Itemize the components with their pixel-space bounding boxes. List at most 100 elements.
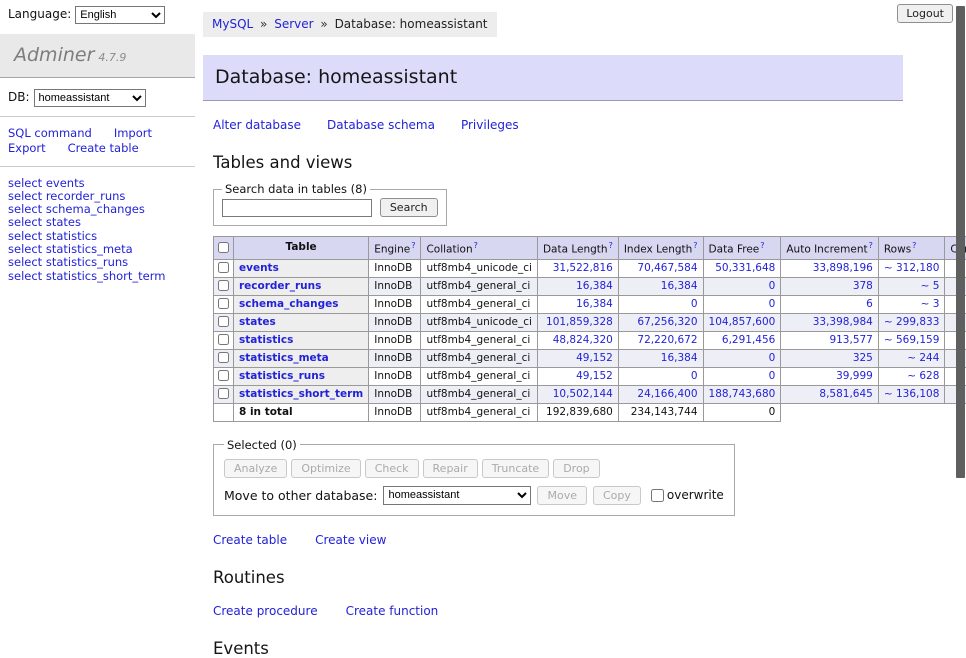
row-checkbox[interactable]: [218, 316, 229, 327]
row-checkbox[interactable]: [218, 298, 229, 309]
logout-button[interactable]: Logout: [897, 4, 953, 23]
auto-increment-link[interactable]: 913,577: [829, 334, 872, 346]
auto-increment-link[interactable]: 33,398,984: [813, 316, 873, 328]
data-length-link[interactable]: 10,502,144: [553, 388, 613, 400]
help-link[interactable]: ?: [411, 241, 415, 250]
rows-link[interactable]: ~ 299,833: [884, 316, 940, 328]
search-input[interactable]: [222, 199, 372, 217]
rows-link[interactable]: ~ 569,159: [884, 334, 940, 346]
copy-button[interactable]: Copy: [593, 486, 641, 505]
table-name-link[interactable]: recorder_runs: [239, 280, 321, 292]
optimize-button[interactable]: Optimize: [291, 459, 360, 478]
sidebar-select-statistics[interactable]: select statistics: [8, 230, 187, 243]
auto-increment-link[interactable]: 6: [866, 298, 873, 310]
index-length-link[interactable]: 24,166,400: [637, 388, 697, 400]
help-link[interactable]: ?: [869, 241, 873, 250]
move-db-select[interactable]: homeassistant: [383, 486, 531, 505]
data-free-link[interactable]: 0: [769, 298, 776, 310]
auto-increment-link[interactable]: 325: [853, 352, 873, 364]
repair-button[interactable]: Repair: [423, 459, 478, 478]
help-link[interactable]: ?: [474, 241, 478, 250]
rows-link[interactable]: ~ 312,180: [884, 262, 940, 274]
auto-increment-link[interactable]: 33,898,196: [813, 262, 873, 274]
sidebar-link-sql-command[interactable]: SQL command: [8, 126, 92, 140]
data-free-link[interactable]: 50,331,648: [715, 262, 775, 274]
auto-increment-link[interactable]: 39,999: [836, 370, 873, 382]
table-name-link[interactable]: schema_changes: [239, 298, 339, 310]
adminer-logo-link[interactable]: Adminer: [14, 44, 94, 66]
table-name-link[interactable]: statistics_short_term: [239, 388, 363, 400]
data-free-link[interactable]: 0: [769, 280, 776, 292]
data-free-link[interactable]: 104,857,600: [709, 316, 776, 328]
sidebar-select-events[interactable]: select events: [8, 177, 187, 190]
rows-link[interactable]: ~ 628: [907, 370, 939, 382]
table-name-link[interactable]: statistics_runs: [239, 370, 325, 382]
sidebar-link-import[interactable]: Import: [114, 126, 152, 140]
breadcrumb-server-link[interactable]: Server: [274, 17, 313, 31]
row-checkbox[interactable]: [218, 334, 229, 345]
table-name-link[interactable]: states: [239, 316, 276, 328]
select-all-checkbox[interactable]: [218, 242, 229, 253]
data-length-link[interactable]: 101,859,328: [546, 316, 613, 328]
data-length-link[interactable]: 31,522,816: [553, 262, 613, 274]
data-free-link[interactable]: 188,743,680: [709, 388, 776, 400]
index-length-link[interactable]: 72,220,672: [637, 334, 697, 346]
rows-link[interactable]: ~ 3: [921, 298, 940, 310]
data-length-link[interactable]: 49,152: [576, 352, 613, 364]
link-alter-database[interactable]: Alter database: [213, 118, 301, 132]
sidebar-select-statistics-runs[interactable]: select statistics_runs: [8, 256, 187, 269]
table-name-link[interactable]: statistics_meta: [239, 352, 329, 364]
rows-link[interactable]: ~ 136,108: [884, 388, 940, 400]
analyze-button[interactable]: Analyze: [224, 459, 287, 478]
data-free-link[interactable]: 0: [769, 352, 776, 364]
vertical-scrollbar[interactable]: [956, 6, 965, 478]
overwrite-checkbox[interactable]: [651, 489, 664, 502]
sidebar-link-create-table[interactable]: Create table: [68, 141, 139, 155]
rows-link[interactable]: ~ 244: [907, 352, 939, 364]
index-length-link[interactable]: 16,384: [661, 352, 698, 364]
row-checkbox[interactable]: [218, 370, 229, 381]
help-link[interactable]: ?: [912, 241, 916, 250]
data-length-link[interactable]: 16,384: [576, 298, 613, 310]
index-length-link[interactable]: 0: [691, 370, 698, 382]
link-create-view[interactable]: Create view: [315, 533, 386, 547]
row-checkbox[interactable]: [218, 262, 229, 273]
help-link[interactable]: ?: [609, 241, 613, 250]
link-create-procedure[interactable]: Create procedure: [213, 604, 318, 618]
index-length-link[interactable]: 0: [691, 298, 698, 310]
auto-increment-link[interactable]: 8,581,645: [819, 388, 872, 400]
index-length-link[interactable]: 16,384: [661, 280, 698, 292]
row-checkbox[interactable]: [218, 352, 229, 363]
drop-button[interactable]: Drop: [553, 459, 599, 478]
sidebar-select-statistics-meta[interactable]: select statistics_meta: [8, 243, 187, 256]
check-button[interactable]: Check: [365, 459, 419, 478]
sidebar-select-schema-changes[interactable]: select schema_changes: [8, 203, 187, 216]
sidebar-select-statistics-short-term[interactable]: select statistics_short_term: [8, 270, 187, 283]
index-length-link[interactable]: 70,467,584: [637, 262, 697, 274]
link-privileges[interactable]: Privileges: [461, 118, 519, 132]
language-select[interactable]: English: [75, 6, 165, 24]
sidebar-select-states[interactable]: select states: [8, 216, 187, 229]
data-free-link[interactable]: 0: [769, 370, 776, 382]
table-name-link[interactable]: events: [239, 262, 279, 274]
link-create-table[interactable]: Create table: [213, 533, 287, 547]
sidebar-link-export[interactable]: Export: [8, 141, 46, 155]
link-database-schema[interactable]: Database schema: [327, 118, 435, 132]
index-length-link[interactable]: 67,256,320: [637, 316, 697, 328]
table-name-link[interactable]: statistics: [239, 334, 293, 346]
row-checkbox[interactable]: [218, 280, 229, 291]
db-select[interactable]: homeassistant: [34, 89, 146, 107]
data-length-link[interactable]: 49,152: [576, 370, 613, 382]
data-length-link[interactable]: 48,824,320: [553, 334, 613, 346]
link-create-function[interactable]: Create function: [346, 604, 439, 618]
sidebar-select-recorder-runs[interactable]: select recorder_runs: [8, 190, 187, 203]
auto-increment-link[interactable]: 378: [853, 280, 873, 292]
data-free-link[interactable]: 6,291,456: [722, 334, 775, 346]
data-length-link[interactable]: 16,384: [576, 280, 613, 292]
rows-link[interactable]: ~ 5: [921, 280, 940, 292]
breadcrumb-mysql-link[interactable]: MySQL: [212, 17, 253, 31]
help-link[interactable]: ?: [693, 241, 697, 250]
search-button[interactable]: Search: [380, 198, 438, 217]
help-link[interactable]: ?: [760, 241, 764, 250]
truncate-button[interactable]: Truncate: [482, 459, 549, 478]
